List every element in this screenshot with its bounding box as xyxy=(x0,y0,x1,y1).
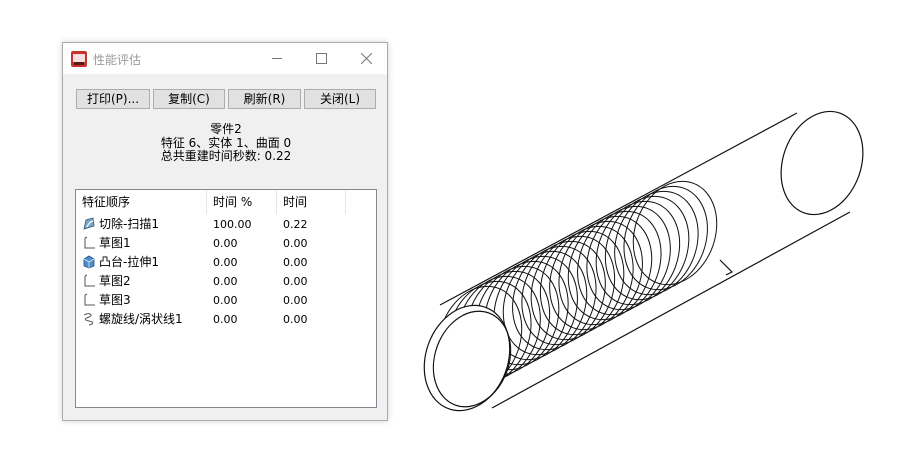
thread-ring xyxy=(632,180,718,286)
time-percent: 0.00 xyxy=(213,294,238,307)
table-row[interactable]: 切除-扫描1 100.00 0.22 xyxy=(76,215,376,234)
sketch-icon xyxy=(84,293,95,306)
feature-name: 螺旋线/涡状线1 xyxy=(99,312,183,326)
solidworks-app-icon xyxy=(71,51,87,67)
refresh-button[interactable]: 刷新(R) xyxy=(228,89,301,109)
threaded-shaft-model[interactable] xyxy=(420,100,870,435)
close-window-button[interactable] xyxy=(344,43,388,74)
table-header: 特征顺序 时间 % 时间 xyxy=(76,190,376,214)
time-percent: 0.00 xyxy=(213,313,238,326)
maximize-icon xyxy=(315,53,327,64)
table-row[interactable]: 草图3 0.00 0.00 xyxy=(76,291,376,310)
cut-sweep-icon xyxy=(83,217,95,230)
sketch-icon xyxy=(84,274,95,287)
time-value: 0.00 xyxy=(283,256,308,269)
thread-ring xyxy=(595,200,681,306)
feature-name: 草图3 xyxy=(99,293,131,307)
thread-ring xyxy=(586,205,671,311)
copy-button[interactable]: 复制(C) xyxy=(153,89,225,109)
time-percent: 0.00 xyxy=(213,275,238,288)
performance-evaluation-dialog: 性能评估 打印(P)... 复制(C) 刷新(R) 关闭(L) 零件2 特征 6… xyxy=(62,42,388,421)
thread-ring xyxy=(558,220,643,326)
sketch-icon xyxy=(84,236,95,249)
column-header-time-percent[interactable]: 时间 % xyxy=(207,190,277,214)
column-header-feature-order[interactable]: 特征顺序 xyxy=(76,190,207,214)
boss-extrude-icon xyxy=(83,255,95,269)
thread-ring xyxy=(549,225,634,331)
time-value: 0.00 xyxy=(283,313,308,326)
table-row[interactable]: 螺旋线/涡状线1 0.00 0.00 xyxy=(76,310,376,329)
minimize-button[interactable] xyxy=(255,43,299,74)
thread-ring xyxy=(567,215,653,321)
thread-ring xyxy=(604,195,690,301)
thread-ring xyxy=(577,210,662,316)
close-icon xyxy=(360,53,372,64)
table-row[interactable]: 凸台-拉伸1 0.00 0.00 xyxy=(76,253,376,272)
time-value: 0.22 xyxy=(283,218,308,231)
title-bar[interactable]: 性能评估 xyxy=(63,43,387,74)
time-value: 0.00 xyxy=(283,275,308,288)
thread-ring xyxy=(623,185,708,291)
near-end-face xyxy=(423,304,511,412)
thread-ring xyxy=(614,190,699,296)
feature-name: 切除-扫描1 xyxy=(99,217,159,231)
time-percent: 100.00 xyxy=(213,218,252,231)
rebuild-time: 总共重建时间秒数: 0.22 xyxy=(160,149,292,163)
feature-name: 凸台-拉伸1 xyxy=(99,255,159,269)
helix-icon xyxy=(83,313,94,326)
time-value: 0.00 xyxy=(283,237,308,250)
maximize-button[interactable] xyxy=(299,43,343,74)
time-percent: 0.00 xyxy=(213,237,238,250)
thread-ring xyxy=(539,230,625,336)
table-row[interactable]: 草图2 0.00 0.00 xyxy=(76,272,376,291)
thread-ring xyxy=(521,240,606,346)
close-dialog-button[interactable]: 关闭(L) xyxy=(304,89,376,109)
window-title: 性能评估 xyxy=(93,53,142,67)
feature-name: 草图1 xyxy=(99,236,131,250)
minimize-icon xyxy=(272,58,282,59)
print-button[interactable]: 打印(P)... xyxy=(76,89,150,109)
time-percent: 0.00 xyxy=(213,256,238,269)
time-value: 0.00 xyxy=(283,294,308,307)
feature-table: 特征顺序 时间 % 时间 切除-扫描1 100.00 0.22 草图1 0.00… xyxy=(75,189,377,408)
thread-ring xyxy=(530,235,616,341)
table-row[interactable]: 草图1 0.00 0.00 xyxy=(76,234,376,253)
far-end-face xyxy=(780,110,864,216)
thread-ring xyxy=(512,245,597,351)
part-name: 零件2 xyxy=(210,122,242,136)
feature-name: 草图2 xyxy=(99,274,131,288)
column-header-time[interactable]: 时间 xyxy=(277,190,346,214)
thread-runout-slot xyxy=(719,259,734,276)
